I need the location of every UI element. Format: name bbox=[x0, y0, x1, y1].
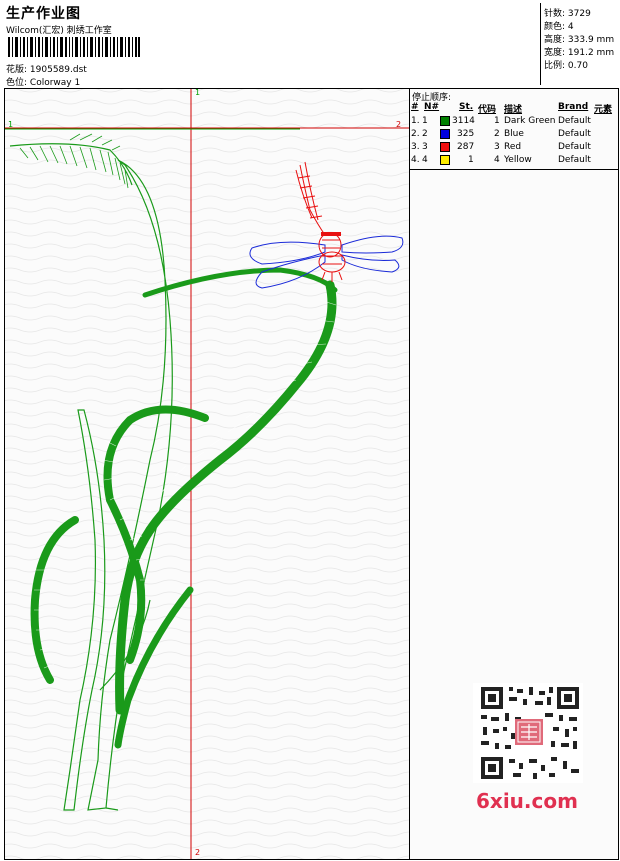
height-value: 333.9 mm bbox=[567, 35, 615, 45]
color-swatch bbox=[440, 142, 450, 152]
ratio-label: 比例: bbox=[544, 61, 566, 71]
colors-value: 4 bbox=[567, 22, 574, 32]
row-code: 2 bbox=[494, 129, 500, 139]
col-stitches: St. bbox=[459, 102, 474, 112]
color-swatch bbox=[440, 129, 450, 139]
table-row: 4. 4 1 4 Yellow Default bbox=[410, 155, 619, 167]
row-index: 3. bbox=[411, 142, 420, 152]
row-needle: 1 bbox=[422, 116, 428, 126]
col-element: 元素 bbox=[594, 105, 613, 115]
row-desc: Yellow bbox=[504, 155, 532, 165]
row-needle: 4 bbox=[422, 155, 428, 165]
ratio-value: 0.70 bbox=[567, 61, 588, 71]
colors-label: 颜色: bbox=[544, 22, 566, 32]
page-title: 生产作业图 bbox=[6, 6, 81, 22]
colorway-value: Colorway 1 bbox=[29, 78, 81, 88]
panel-divider bbox=[409, 89, 410, 860]
colorway-info: 色位: Colorway 1 bbox=[6, 75, 80, 88]
pattern-value: 1905589.dst bbox=[29, 65, 87, 75]
axis-marker-right: 2 bbox=[396, 120, 402, 129]
row-desc: Dark Green bbox=[504, 116, 556, 126]
row-code: 3 bbox=[494, 142, 500, 152]
table-header: # N# St. 代码 描述 Brand 元素 bbox=[410, 102, 619, 115]
height-label: 高度: bbox=[544, 35, 566, 45]
embroidery-design bbox=[5, 89, 409, 859]
stitches-value: 3729 bbox=[567, 9, 591, 19]
axis-marker-left: 1 bbox=[8, 120, 14, 129]
stitches-label: 针数: bbox=[544, 9, 566, 19]
row-index: 4. bbox=[411, 155, 420, 165]
axis-marker-bottom: 2 bbox=[195, 848, 201, 857]
row-brand: Default bbox=[558, 142, 591, 152]
row-desc: Blue bbox=[504, 129, 524, 139]
table-row: 2. 2 325 2 Blue Default bbox=[410, 129, 619, 141]
row-needle: 3 bbox=[422, 142, 428, 152]
table-divider bbox=[410, 169, 619, 170]
barcode bbox=[8, 37, 140, 57]
row-brand: Default bbox=[558, 129, 591, 139]
axis-marker-top: 1 bbox=[195, 88, 201, 97]
row-index: 2. bbox=[411, 129, 420, 139]
row-stitches: 325 bbox=[457, 129, 475, 139]
col-brand: Brand bbox=[558, 102, 589, 112]
software-label: Wilcom(汇宏) 刺绣工作室 bbox=[6, 26, 112, 36]
row-stitches: 287 bbox=[457, 142, 475, 152]
row-code: 1 bbox=[494, 116, 500, 126]
pattern-info: 花版: 1905589.dst bbox=[6, 62, 87, 75]
row-brand: Default bbox=[558, 116, 591, 126]
col-needle: N# bbox=[424, 102, 440, 112]
width-value: 191.2 mm bbox=[567, 48, 615, 58]
table-row: 3. 3 287 3 Red Default bbox=[410, 142, 619, 154]
col-code: 代码 bbox=[478, 105, 497, 115]
width-label: 宽度: bbox=[544, 48, 566, 58]
watermark-site: 6xiu.com bbox=[476, 789, 578, 813]
row-brand: Default bbox=[558, 155, 591, 165]
row-index: 1. bbox=[411, 116, 420, 126]
row-code: 4 bbox=[494, 155, 500, 165]
col-desc: 描述 bbox=[504, 105, 523, 115]
row-stitches: 1 bbox=[468, 155, 474, 165]
stats-panel: 针数: 3729 颜色: 4 高度: 333.9 mm 宽度: 191.2 mm… bbox=[540, 3, 620, 85]
colorway-label: 色位: bbox=[6, 78, 28, 88]
row-desc: Red bbox=[504, 142, 522, 152]
row-stitches: 3114 bbox=[452, 116, 475, 126]
row-needle: 2 bbox=[422, 129, 428, 139]
col-index: # bbox=[411, 102, 419, 112]
color-swatch bbox=[440, 116, 450, 126]
pattern-label: 花版: bbox=[6, 65, 28, 75]
color-swatch bbox=[440, 155, 450, 165]
qr-code-icon bbox=[473, 683, 583, 783]
table-row: 1. 1 3114 1 Dark Green Default bbox=[410, 116, 619, 128]
